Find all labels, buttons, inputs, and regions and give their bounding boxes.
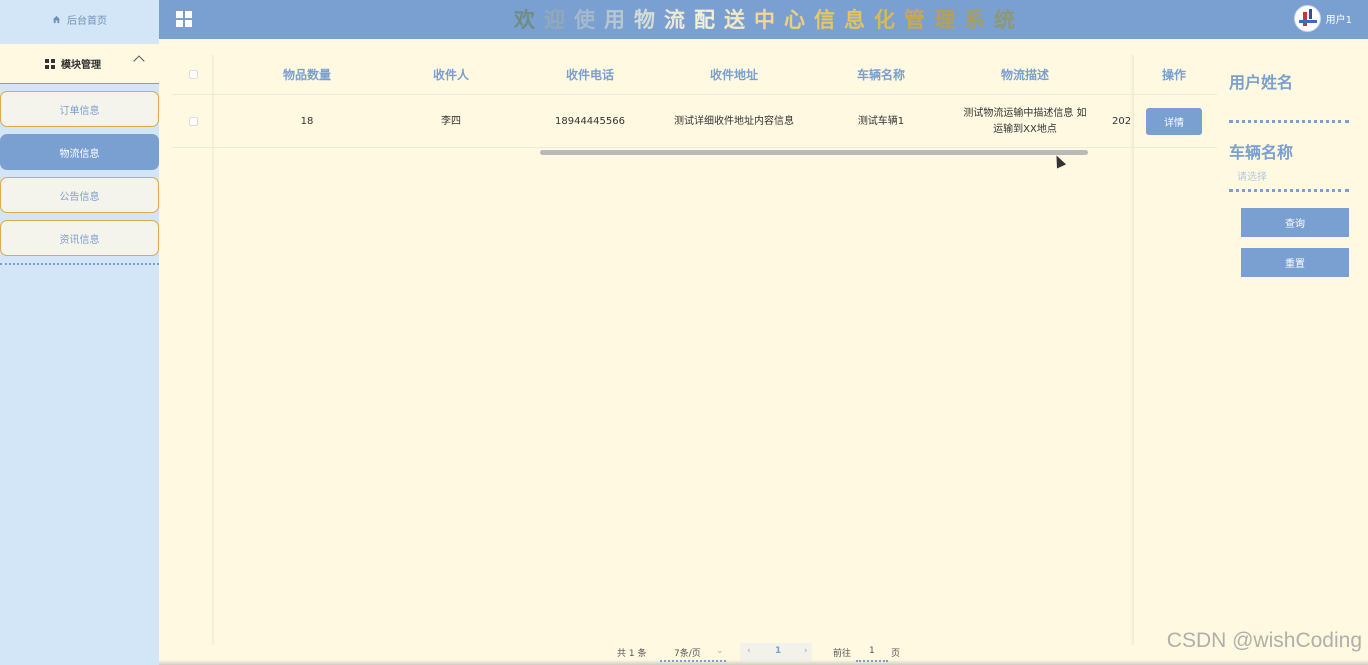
divider (0, 263, 159, 265)
sidebar-item-news[interactable]: 资讯信息 (0, 220, 159, 256)
input-underline (1229, 120, 1349, 123)
title-char: 用 (604, 8, 626, 32)
cell-quantity: 18 (300, 115, 314, 127)
title-char: 息 (844, 8, 866, 32)
chevron-down-icon: ⌄ (716, 646, 724, 656)
cell-description: 测试物流运输中描述信息 如 运输到XX地点 (954, 96, 1096, 147)
header-actions: 操作 (1161, 68, 1186, 82)
data-table: 物品数量 收件人 收件电话 收件地址 车辆名称 物流描述 操作 18 李四 18… (172, 55, 1217, 645)
sidebar-module-toggle[interactable]: 模块管理 (0, 44, 159, 83)
module-grid-icon (45, 58, 55, 69)
home-icon (52, 15, 61, 24)
title-char: 配 (694, 8, 716, 32)
reset-button[interactable]: 重置 (1241, 248, 1349, 277)
title-char: 欢 (514, 8, 536, 32)
header-recipient[interactable]: 收件人 (382, 55, 520, 94)
title-char: 统 (994, 8, 1016, 32)
header-quantity[interactable]: 物品数量 (232, 55, 382, 94)
bottom-strip (159, 660, 1368, 665)
sidebar-item-orders[interactable]: 订单信息 (0, 91, 159, 127)
sidebar-item-notices[interactable]: 公告信息 (0, 177, 159, 213)
next-page-icon[interactable]: › (804, 646, 808, 656)
scrollbar-thumb[interactable] (540, 150, 1088, 155)
title-char: 理 (934, 8, 956, 32)
top-bar: 后台首页 欢迎使用物流配送中心信息化管理系统 用户1 (0, 0, 1368, 39)
module-label: 模块管理 (61, 60, 101, 71)
title-char: 心 (784, 8, 806, 32)
watermark: CSDN @wishCoding (1166, 629, 1362, 652)
table-row: 18 李四 18944445566 测试详细收件地址内容信息 测试车辆1 测试物… (172, 96, 1217, 148)
sidebar-item-label: 订单信息 (59, 105, 100, 117)
user-name: 用户1 (1325, 15, 1352, 26)
pager-total: 共 1 条 (617, 649, 647, 659)
search-panel: 用户姓名 车辆名称 查询 重置 (1229, 55, 1359, 295)
sidebar-item-label: 物流信息 (59, 148, 100, 160)
page-title: 欢迎使用物流配送中心信息化管理系统 (440, 4, 1090, 34)
home-label: 后台首页 (67, 16, 107, 27)
detail-button[interactable]: 详情 (1146, 108, 1202, 135)
user-menu[interactable]: 用户1 (1293, 5, 1352, 32)
cell-phone: 18944445566 (555, 115, 625, 127)
title-char: 迎 (544, 8, 566, 32)
vehicle-select[interactable] (1229, 166, 1349, 188)
title-char: 化 (874, 8, 896, 32)
select-all-checkbox[interactable] (188, 70, 198, 79)
header-vehicle[interactable]: 车辆名称 (808, 55, 954, 94)
username-input[interactable] (1229, 95, 1349, 117)
title-char: 信 (814, 8, 836, 32)
menu-grid-icon[interactable] (176, 11, 192, 27)
avatar (1293, 5, 1321, 32)
divider (0, 83, 159, 84)
header-address[interactable]: 收件地址 (660, 55, 808, 94)
sidebar: 模块管理 订单信息 物流信息 公告信息 资讯信息 (0, 39, 159, 665)
cell-vehicle: 测试车辆1 (857, 115, 905, 127)
title-char: 物 (634, 8, 656, 32)
title-char: 中 (754, 8, 776, 32)
table-header: 物品数量 收件人 收件电话 收件地址 车辆名称 物流描述 操作 (172, 55, 1217, 95)
username-label: 用户姓名 (1229, 73, 1294, 92)
current-page[interactable]: 1 (775, 646, 781, 656)
title-char: 管 (904, 8, 926, 32)
goto-label: 前往 (833, 649, 852, 659)
query-button[interactable]: 查询 (1241, 208, 1349, 237)
description-line: 测试物流运输中描述信息 如 (963, 107, 1087, 119)
sidebar-item-label: 公告信息 (59, 191, 100, 203)
title-char: 系 (964, 8, 986, 32)
goto-page-input[interactable]: 1 (869, 646, 875, 656)
page-size-select[interactable]: 7条/页 (674, 646, 701, 659)
title-char: 使 (574, 8, 596, 32)
cell-address: 测试详细收件地址内容信息 (674, 115, 794, 127)
input-underline (1229, 189, 1349, 192)
header-phone[interactable]: 收件电话 (520, 55, 660, 94)
sidebar-item-logistics[interactable]: 物流信息 (0, 134, 159, 170)
cell-recipient: 李四 (441, 115, 461, 127)
title-char: 送 (724, 8, 746, 32)
sidebar-item-label: 资讯信息 (59, 234, 100, 246)
vehicle-label: 车辆名称 (1229, 143, 1294, 162)
page-unit-label: 页 (891, 649, 901, 659)
header-description[interactable]: 物流描述 (954, 55, 1096, 94)
prev-page-icon[interactable]: ‹ (747, 646, 751, 656)
home-link[interactable]: 后台首页 (0, 0, 159, 39)
title-char: 流 (664, 8, 686, 32)
cell-truncated-date: 202 (1112, 115, 1132, 127)
description-line: 运输到XX地点 (993, 123, 1057, 135)
row-checkbox[interactable] (188, 117, 198, 126)
chevron-up-icon (133, 55, 145, 67)
